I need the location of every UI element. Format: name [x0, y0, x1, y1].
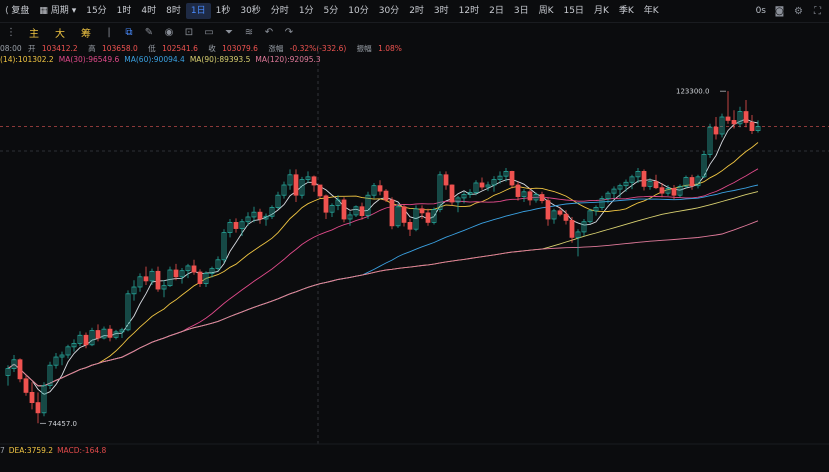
macd-legend: 7 DEA:3759.2 MACD:-164.8 [0, 446, 110, 455]
candle-body [257, 211, 263, 220]
candle-body [419, 208, 425, 214]
candle-body [641, 170, 647, 187]
candle-body [341, 199, 347, 220]
candle-body [401, 206, 407, 223]
candle-body [35, 402, 41, 414]
candle-body [311, 176, 317, 186]
ma90-line [7, 191, 759, 387]
candle-body [191, 265, 197, 273]
candle-body [449, 184, 455, 203]
candlestick-chart[interactable]: 123300.0 74457.0 [0, 0, 829, 472]
candle-body [173, 269, 179, 278]
high-price-label: 123300.0 [676, 88, 709, 96]
candle-body [557, 210, 563, 215]
candle-body [569, 219, 575, 238]
candle-body [155, 270, 161, 290]
candle-body [233, 221, 239, 229]
candle-body [689, 177, 695, 187]
candle-body [107, 328, 113, 338]
ma120-line [7, 220, 759, 387]
candle-body [95, 330, 101, 339]
macd-legend-item: 7 [0, 446, 5, 455]
candle-body [443, 174, 449, 186]
low-price-label: 74457.0 [48, 420, 77, 428]
candle-body [83, 334, 89, 346]
candle-body [17, 359, 23, 380]
macd-legend-item: MACD:-164.8 [57, 446, 107, 455]
candle-body [479, 182, 485, 188]
candle-body [425, 212, 431, 223]
candle-body [725, 116, 731, 121]
candle-body [713, 126, 719, 135]
candle-body [377, 185, 383, 192]
candle-body [671, 187, 677, 196]
candle-body [359, 206, 365, 216]
candle-body [317, 184, 323, 197]
candle-body [509, 170, 515, 186]
candle-body [29, 391, 35, 403]
candle-body [653, 181, 659, 189]
ma60-line [7, 184, 759, 387]
candle-body [389, 199, 395, 227]
candle-body [749, 122, 755, 132]
candle-body [527, 191, 533, 201]
candle-body [143, 276, 149, 282]
macd-legend-item: DEA:3759.2 [8, 446, 54, 455]
candle-body [545, 200, 551, 220]
candle-body [743, 111, 749, 123]
candle-body [407, 221, 413, 230]
ma-white-line [7, 118, 759, 395]
candle-body [731, 120, 737, 125]
candle-body [383, 190, 389, 201]
candle-body [539, 194, 545, 202]
ma30-line [7, 168, 759, 387]
candle-body [23, 378, 29, 393]
candle-body [563, 213, 569, 221]
candle-body [293, 174, 299, 196]
candle-body [515, 184, 521, 197]
candle-body [659, 187, 665, 194]
candle-body [197, 271, 203, 285]
candle-body [323, 195, 329, 213]
